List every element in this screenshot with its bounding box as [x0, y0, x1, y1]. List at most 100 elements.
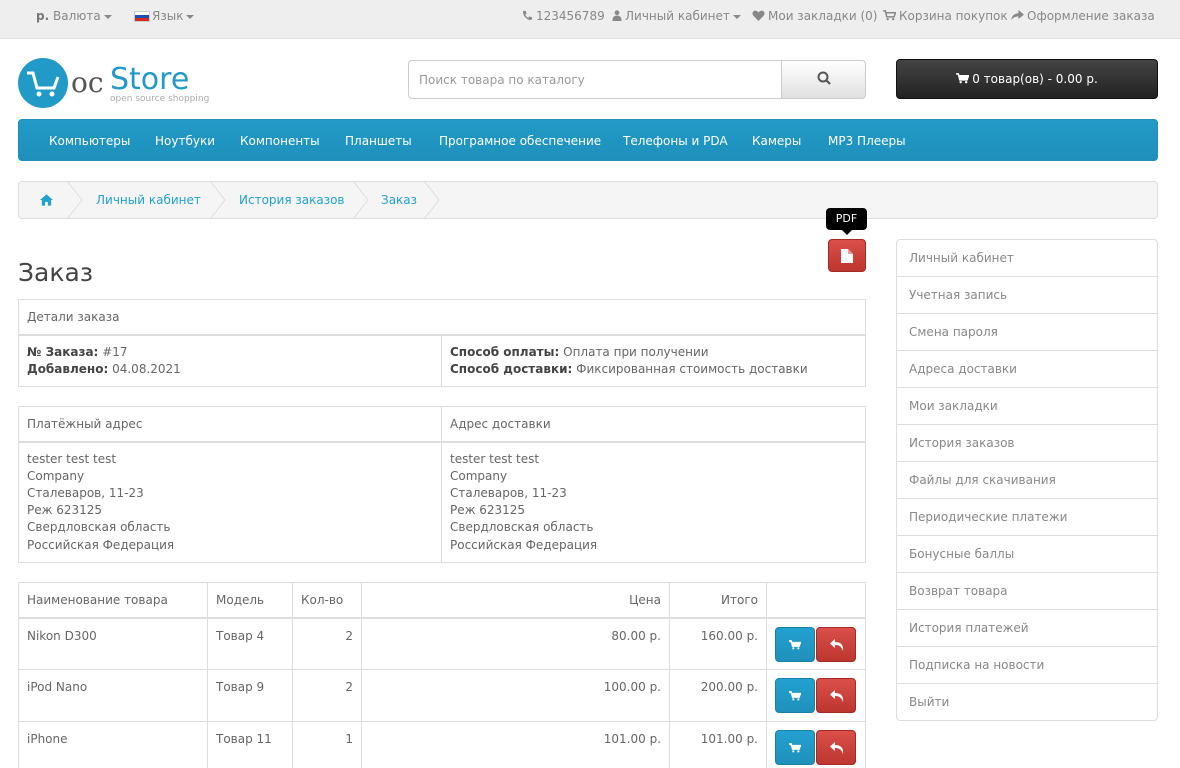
sidebar-item-addresses[interactable]: Адреса доставки	[897, 351, 1157, 388]
top-bar: р. Валюта Язык 123456789 Личный кабинет …	[0, 0, 1180, 39]
table-row: Nikon D300 Товар 4 2 80.00 р. 160.00 р.	[18, 617, 866, 670]
home-icon[interactable]	[40, 194, 53, 206]
product-qty: 2	[292, 669, 362, 722]
shopping-cart-icon	[789, 639, 801, 649]
search-bar	[408, 60, 866, 99]
store-logo[interactable]: oc Store open source shopping	[18, 58, 218, 110]
phone-link[interactable]: 123456789	[522, 0, 605, 33]
share-icon	[1011, 10, 1024, 21]
sidebar-item-recurring[interactable]: Периодические платежи	[897, 499, 1157, 536]
product-qty: 2	[292, 617, 362, 670]
address-table: Платёжный адрес Адрес доставки tester te…	[18, 406, 866, 563]
product-model: Товар 4	[207, 617, 293, 670]
sidebar-item-wishlist[interactable]: Мои закладки	[897, 388, 1157, 425]
user-icon	[612, 10, 622, 21]
product-total: 200.00 р.	[669, 669, 767, 722]
product-total: 101.00 р.	[669, 721, 767, 768]
menu-item-cameras[interactable]: Камеры	[752, 120, 801, 162]
breadcrumb-account[interactable]: Личный кабинет	[96, 182, 201, 218]
sidebar-item-transactions[interactable]: История платежей	[897, 610, 1157, 647]
menu-item-components[interactable]: Компоненты	[240, 120, 320, 162]
column-header-price: Цена	[361, 582, 670, 619]
reorder-button[interactable]	[775, 626, 815, 662]
cart-button[interactable]: 0 товар(ов) - 0.00 р.	[896, 59, 1158, 99]
phone-number: 123456789	[536, 9, 605, 23]
sidebar-item-logout[interactable]: Выйти	[897, 684, 1157, 720]
search-input[interactable]	[408, 60, 782, 99]
sidebar-item-password[interactable]: Смена пароля	[897, 314, 1157, 351]
product-price: 80.00 р.	[361, 617, 670, 670]
address-line: Российская Федерация	[450, 537, 598, 552]
return-button[interactable]	[816, 730, 856, 765]
cart-logo-icon	[18, 58, 68, 108]
chevron-down-icon	[732, 14, 741, 19]
product-name: iPhone	[18, 721, 208, 768]
order-details-table: Детали заказа № Заказа: #17 Добавлено: 0…	[18, 299, 866, 387]
address-line: Свердловская область	[27, 520, 171, 535]
address-line: Company	[27, 468, 85, 483]
account-dropdown[interactable]: Личный кабинет	[612, 0, 741, 33]
currency-label: Валюта	[52, 9, 101, 23]
sidebar-item-newsletter[interactable]: Подписка на новости	[897, 647, 1157, 684]
order-methods-cell: Способ оплаты: Оплата при получении Спос…	[441, 334, 866, 387]
table-row: iPhone Товар 11 1 101.00 р. 101.00 р.	[18, 721, 866, 768]
reply-icon	[830, 638, 844, 651]
order-date-label: Добавлено:	[27, 361, 109, 376]
wishlist-link[interactable]: Мои закладки (0)	[752, 0, 877, 33]
sidebar-item-reward-points[interactable]: Бонусные баллы	[897, 536, 1157, 573]
language-label: Язык	[152, 9, 184, 23]
menu-item-tablets[interactable]: Планшеты	[345, 120, 412, 162]
breadcrumb-order-history[interactable]: История заказов	[239, 182, 345, 218]
address-line: Российская Федерация	[27, 537, 175, 552]
product-actions	[766, 721, 866, 768]
reply-icon	[830, 690, 844, 702]
sidebar-item-returns[interactable]: Возврат товара	[897, 573, 1157, 610]
heart-icon	[752, 10, 765, 21]
shopping-cart-icon	[789, 743, 801, 753]
cart-label: Корзина покупок	[899, 9, 1008, 23]
menu-item-laptops[interactable]: Ноутбуки	[155, 120, 215, 162]
address-line: Сталеваров, 11-23	[450, 485, 567, 500]
menu-item-phones[interactable]: Телефоны и PDA	[623, 120, 728, 162]
reorder-button[interactable]	[775, 678, 815, 713]
product-actions	[766, 669, 866, 722]
currency-dropdown[interactable]: р. Валюта	[36, 0, 112, 33]
order-date: 04.08.2021	[112, 361, 181, 376]
breadcrumb-separator	[210, 181, 226, 219]
product-total: 160.00 р.	[669, 617, 767, 670]
language-dropdown[interactable]: Язык	[134, 0, 195, 33]
product-price: 100.00 р.	[361, 669, 670, 722]
payment-method-label: Способ оплаты:	[450, 344, 560, 359]
product-price: 101.00 р.	[361, 721, 670, 768]
menu-item-software[interactable]: Програмное обеспечение	[439, 120, 601, 162]
address-line: tester test test	[27, 451, 117, 466]
menu-item-mp3[interactable]: MP3 Плееры	[828, 120, 906, 162]
sidebar-item-downloads[interactable]: Файлы для скачивания	[897, 462, 1157, 499]
page-title: Заказ	[18, 258, 94, 287]
breadcrumb-order[interactable]: Заказ	[381, 182, 417, 218]
logo-store: Store	[110, 62, 190, 97]
sidebar-item-edit-account[interactable]: Учетная запись	[897, 277, 1157, 314]
menu-item-computers[interactable]: Компьютеры	[49, 120, 130, 162]
return-button[interactable]	[816, 678, 856, 713]
search-button[interactable]	[781, 60, 866, 99]
chevron-down-icon	[186, 14, 195, 19]
shipping-method-label: Способ доставки:	[450, 361, 573, 376]
cart-link[interactable]: Корзина покупок	[883, 0, 1008, 33]
breadcrumb-separator	[67, 181, 83, 219]
shipping-method: Фиксированная стоимость доставки	[576, 361, 808, 376]
pdf-button[interactable]	[828, 239, 866, 272]
checkout-link[interactable]: Оформление заказа	[1011, 0, 1155, 33]
payment-address-header: Платёжный адрес	[18, 406, 442, 443]
breadcrumb-separator	[353, 181, 369, 219]
sidebar-item-order-history[interactable]: История заказов	[897, 425, 1157, 462]
address-line: Company	[450, 468, 508, 483]
sidebar-item-account[interactable]: Личный кабинет	[897, 240, 1157, 277]
account-sidebar: Личный кабинет Учетная запись Смена паро…	[896, 239, 1158, 721]
return-button[interactable]	[816, 626, 856, 662]
address-line: Свердловская область	[450, 520, 594, 535]
russian-flag-icon	[134, 11, 150, 22]
reorder-button[interactable]	[775, 730, 815, 765]
address-line: Сталеваров, 11-23	[27, 485, 144, 500]
checkout-label: Оформление заказа	[1027, 9, 1155, 23]
